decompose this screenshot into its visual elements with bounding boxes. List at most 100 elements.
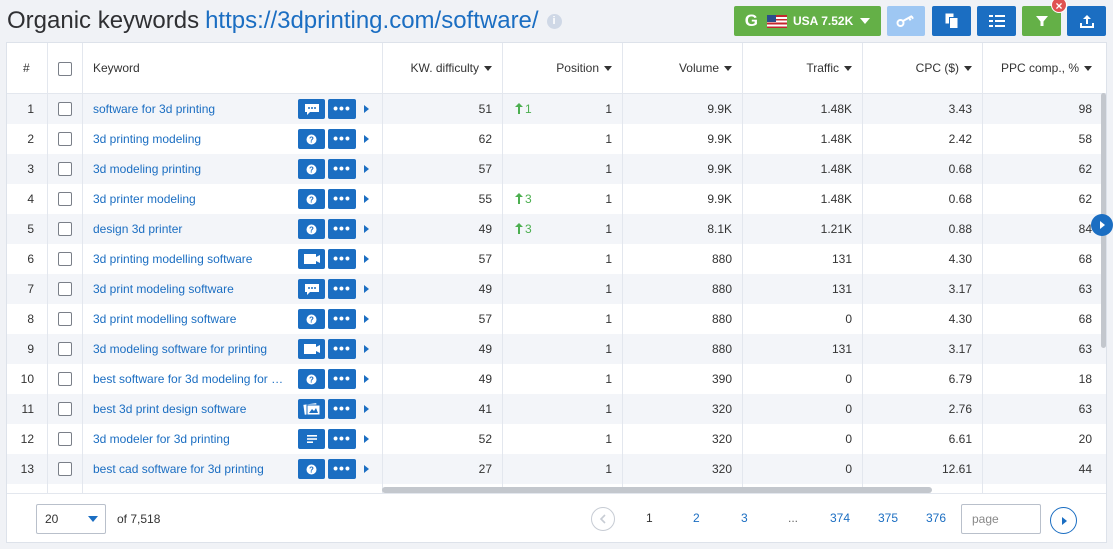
row-checkbox[interactable] [58,162,72,176]
title-url-link[interactable]: https://3dprinting.com/software/ [205,7,539,34]
keyword-link[interactable]: software for 3d printing [93,94,288,124]
row-checkbox[interactable] [58,432,72,446]
page-link-current[interactable]: 1 [646,511,653,525]
expand-row-icon[interactable] [364,225,369,233]
columns-button[interactable] [977,6,1016,36]
keyword-link[interactable]: best software for 3d modeling for … [93,364,288,394]
table-row[interactable]: 7 3d print modeling software ••• 49 1 880 131 3… [7,274,1106,304]
table-row[interactable]: 1 software for 3d printing ••• 51 1 1 9.9K 1.48… [7,94,1106,124]
serp-feature-button[interactable] [298,249,325,269]
expand-row-icon[interactable] [364,135,369,143]
more-actions-button[interactable]: ••• [328,189,356,209]
table-row[interactable]: 9 3d modeling software for printing ••• 49 1… [7,334,1106,364]
col-traffic[interactable]: Traffic [743,43,852,93]
expand-row-icon[interactable] [364,345,369,353]
keyword-link[interactable]: best 3d print design software [93,394,288,424]
more-actions-button[interactable]: ••• [328,249,356,269]
expand-row-icon[interactable] [364,165,369,173]
expand-row-icon[interactable] [364,195,369,203]
serp-feature-button[interactable]: ? [298,159,325,179]
more-actions-button[interactable]: ••• [328,279,356,299]
keyword-link[interactable]: 3d printing modelling software [93,244,288,274]
database-selector-button[interactable]: G USA 7.52K [734,6,881,36]
export-button[interactable] [1067,6,1106,36]
more-actions-button[interactable]: ••• [328,99,356,119]
keyword-link[interactable]: 3d printing modeling [93,124,288,154]
keyword-link[interactable]: best cad software for 3d printing [93,454,288,484]
row-checkbox[interactable] [58,132,72,146]
more-actions-button[interactable]: ••• [328,369,356,389]
keyword-link[interactable]: 3d modeling printing [93,154,288,184]
col-ppc[interactable]: PPC comp., % [983,43,1092,93]
scroll-right-button[interactable] [1091,214,1113,236]
row-checkbox[interactable] [58,192,72,206]
row-checkbox[interactable] [58,462,72,476]
row-checkbox[interactable] [58,342,72,356]
serp-feature-button[interactable]: ? [298,189,325,209]
expand-row-icon[interactable] [364,105,369,113]
col-kd[interactable]: KW. difficulty [383,43,492,93]
col-cpc[interactable]: CPC ($) [863,43,972,93]
row-checkbox[interactable] [58,102,72,116]
col-position[interactable]: Position [503,43,612,93]
keyword-link[interactable]: 3d modeling software for printing [93,334,288,364]
clear-filter-icon[interactable]: × [1051,0,1067,13]
copy-button[interactable] [932,6,971,36]
serp-feature-button[interactable]: ? [298,219,325,239]
keyword-link[interactable]: 3d print modelling software [93,304,288,334]
more-actions-button[interactable]: ••• [328,219,356,239]
expand-row-icon[interactable] [364,315,369,323]
expand-row-icon[interactable] [364,405,369,413]
row-checkbox[interactable] [58,282,72,296]
table-row[interactable]: 12 3d modeler for 3d printing ••• 52 1 320 0 6.… [7,424,1106,454]
row-checkbox[interactable] [58,252,72,266]
more-actions-button[interactable]: ••• [328,339,356,359]
more-actions-button[interactable]: ••• [328,159,356,179]
serp-feature-button[interactable]: ? [298,309,325,329]
table-row[interactable]: 11 best 3d print design software ••• 41 1 320… [7,394,1106,424]
expand-row-icon[interactable] [364,435,369,443]
col-volume[interactable]: Volume [623,43,732,93]
serp-feature-button[interactable]: ? [298,369,325,389]
table-row[interactable]: 10 best software for 3d modeling for …? ••… [7,364,1106,394]
serp-feature-button[interactable] [298,339,325,359]
more-actions-button[interactable]: ••• [328,429,356,449]
more-actions-button[interactable]: ••• [328,129,356,149]
keyword-link[interactable]: 3d modeler for 3d printing [93,424,288,454]
expand-row-icon[interactable] [364,375,369,383]
next-page-button[interactable] [1050,507,1077,534]
expand-row-icon[interactable] [364,255,369,263]
serp-feature-button[interactable] [298,399,325,419]
page-link[interactable]: 374 [830,511,850,525]
row-checkbox[interactable] [58,402,72,416]
prev-page-button[interactable] [591,507,615,531]
table-row[interactable]: 2 3d printing modeling? ••• 62 1 9.9K 1.48K 2.4… [7,124,1106,154]
row-checkbox[interactable] [58,312,72,326]
serp-feature-button[interactable]: ? [298,459,325,479]
rows-per-page-select[interactable]: 20 [36,504,106,534]
col-keyword[interactable]: Keyword [93,43,140,93]
expand-row-icon[interactable] [364,465,369,473]
table-row[interactable]: 4 3d printer modeling? ••• 55 3 1 9.9K 1.48K 0.6… [7,184,1106,214]
more-actions-button[interactable]: ••• [328,459,356,479]
serp-feature-button[interactable] [298,429,325,449]
page-link[interactable]: 2 [693,511,700,525]
page-link[interactable]: 376 [926,511,946,525]
table-row[interactable]: 13 best cad software for 3d printing? ••• 2… [7,454,1106,484]
page-link[interactable]: 3 [741,511,748,525]
select-all-checkbox[interactable] [58,62,72,76]
expand-row-icon[interactable] [364,285,369,293]
page-number-input[interactable] [961,504,1041,534]
info-icon[interactable]: i [546,14,562,29]
serp-feature-button[interactable] [298,279,325,299]
more-actions-button[interactable]: ••• [328,309,356,329]
keyword-link[interactable]: 3d print modeling software [93,274,288,304]
serp-feature-button[interactable]: ? [298,129,325,149]
table-row[interactable]: 3 3d modeling printing? ••• 57 1 9.9K 1.48K 0.6… [7,154,1106,184]
table-row[interactable]: 6 3d printing modelling software ••• 57 1 880… [7,244,1106,274]
serp-feature-button[interactable] [298,99,325,119]
page-link[interactable]: 375 [878,511,898,525]
table-row[interactable]: 5 design 3d printer? ••• 49 3 1 8.1K 1.21K 0.88 8… [7,214,1106,244]
keyword-link[interactable]: design 3d printer [93,214,288,244]
more-actions-button[interactable]: ••• [328,399,356,419]
